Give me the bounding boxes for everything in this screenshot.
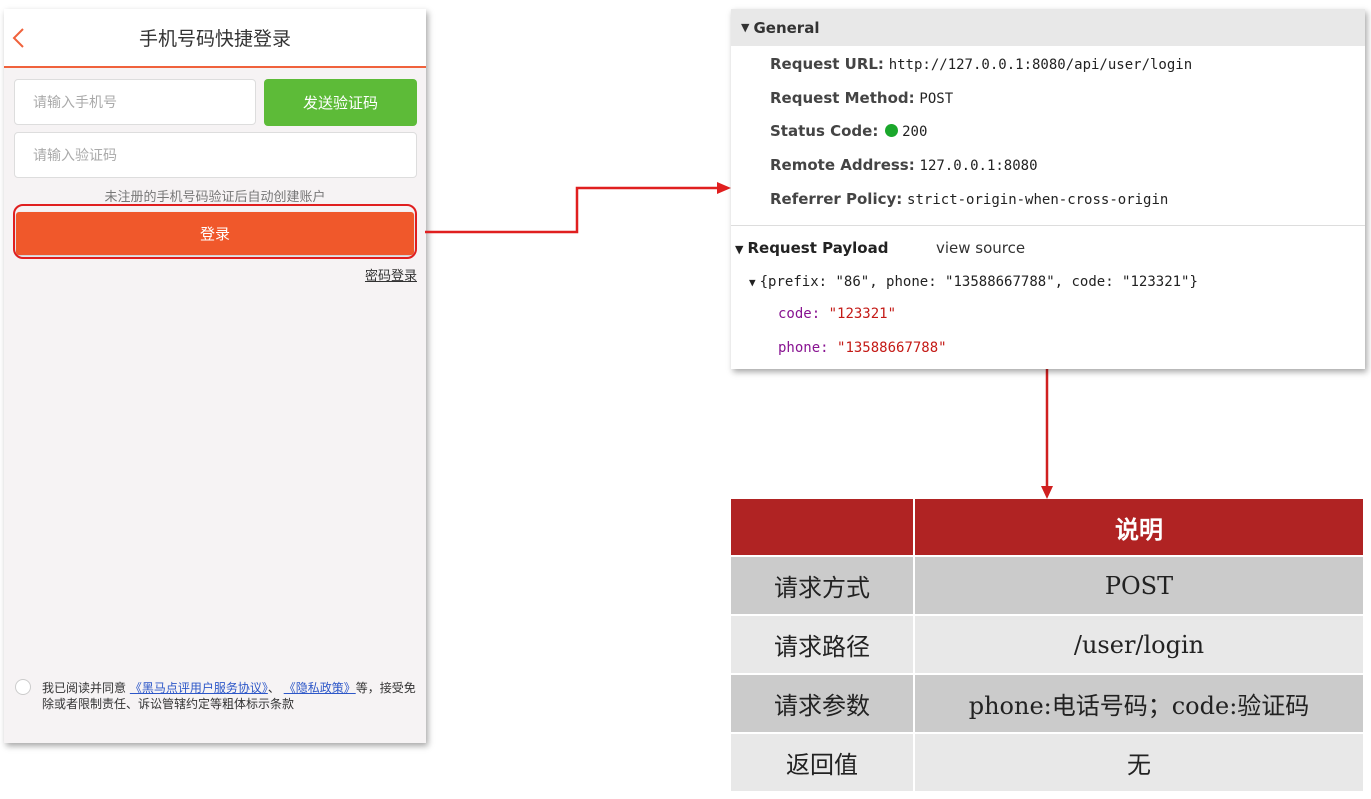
referrer-policy-value: strict-origin-when-cross-origin [907, 192, 1169, 208]
referrer-policy-row: Referrer Policy: strict-origin-when-cros… [770, 190, 1168, 208]
general-section-header[interactable]: ▼ General [731, 9, 1365, 46]
request-method-key: Request Method: [770, 89, 915, 107]
section-divider [731, 225, 1365, 226]
table-row: 请求参数 phone:电话号码；code:验证码 [731, 675, 1365, 734]
general-label: General [753, 18, 820, 37]
request-url-key: Request URL: [770, 55, 884, 73]
table-cell-label: 请求方式 [731, 557, 915, 616]
table-cell-value: POST [915, 557, 1365, 616]
request-payload-header[interactable]: ▼ Request Payload [735, 239, 888, 257]
status-code-key: Status Code: [770, 122, 879, 140]
payload-phone-value: "13588667788" [837, 340, 947, 356]
payload-label: Request Payload [747, 239, 889, 257]
remote-address-row: Remote Address: 127.0.0.1:8080 [770, 156, 1038, 174]
table-header-description: 说明 [915, 499, 1365, 557]
request-url-row: Request URL: http://127.0.0.1:8080/api/u… [770, 55, 1192, 73]
remote-address-key: Remote Address: [770, 156, 915, 174]
request-method-value: POST [919, 91, 954, 107]
table-cell-label: 返回值 [731, 734, 915, 793]
table-row: 返回值 无 [731, 734, 1365, 793]
table-header-row: 说明 [731, 499, 1365, 557]
table-cell-value: 无 [915, 734, 1365, 793]
api-description-table: 说明 请求方式 POST 请求路径 /user/login 请求参数 phone… [731, 499, 1365, 793]
object-expand-triangle-icon: ▼ [749, 276, 756, 289]
payload-code-entry: code: "123321" [778, 306, 896, 322]
status-code-row: Status Code: 200 [770, 122, 927, 140]
table-cell-label: 请求路径 [731, 616, 915, 675]
remote-address-value: 127.0.0.1:8080 [919, 158, 1038, 174]
table-header-empty [731, 499, 915, 557]
expand-triangle-icon: ▼ [741, 21, 750, 34]
request-method-row: Request Method: POST [770, 89, 953, 107]
request-url-value: http://127.0.0.1:8080/api/user/login [888, 57, 1193, 73]
table-cell-value: phone:电话号码；code:验证码 [915, 675, 1365, 734]
table-row: 请求路径 /user/login [731, 616, 1365, 675]
table-row: 请求方式 POST [731, 557, 1365, 616]
payload-phone-entry: phone: "13588667788" [778, 340, 947, 356]
payload-code-key: code: [778, 306, 821, 322]
devtools-request-panel: ▼ General Request URL: http://127.0.0.1:… [731, 9, 1365, 369]
payload-phone-key: phone: [778, 340, 829, 356]
referrer-policy-key: Referrer Policy: [770, 190, 903, 208]
table-cell-value: /user/login [915, 616, 1365, 675]
payload-summary-text: {prefix: "86", phone: "13588667788", cod… [759, 274, 1198, 290]
table-cell-label: 请求参数 [731, 675, 915, 734]
payload-object-summary[interactable]: ▼ {prefix: "86", phone: "13588667788", co… [749, 274, 1198, 290]
status-ok-icon [885, 124, 899, 137]
view-source-link[interactable]: view source [936, 239, 1025, 257]
status-code-value: 200 [902, 124, 928, 140]
payload-expand-triangle-icon: ▼ [735, 243, 744, 256]
payload-code-value: "123321" [828, 306, 897, 322]
